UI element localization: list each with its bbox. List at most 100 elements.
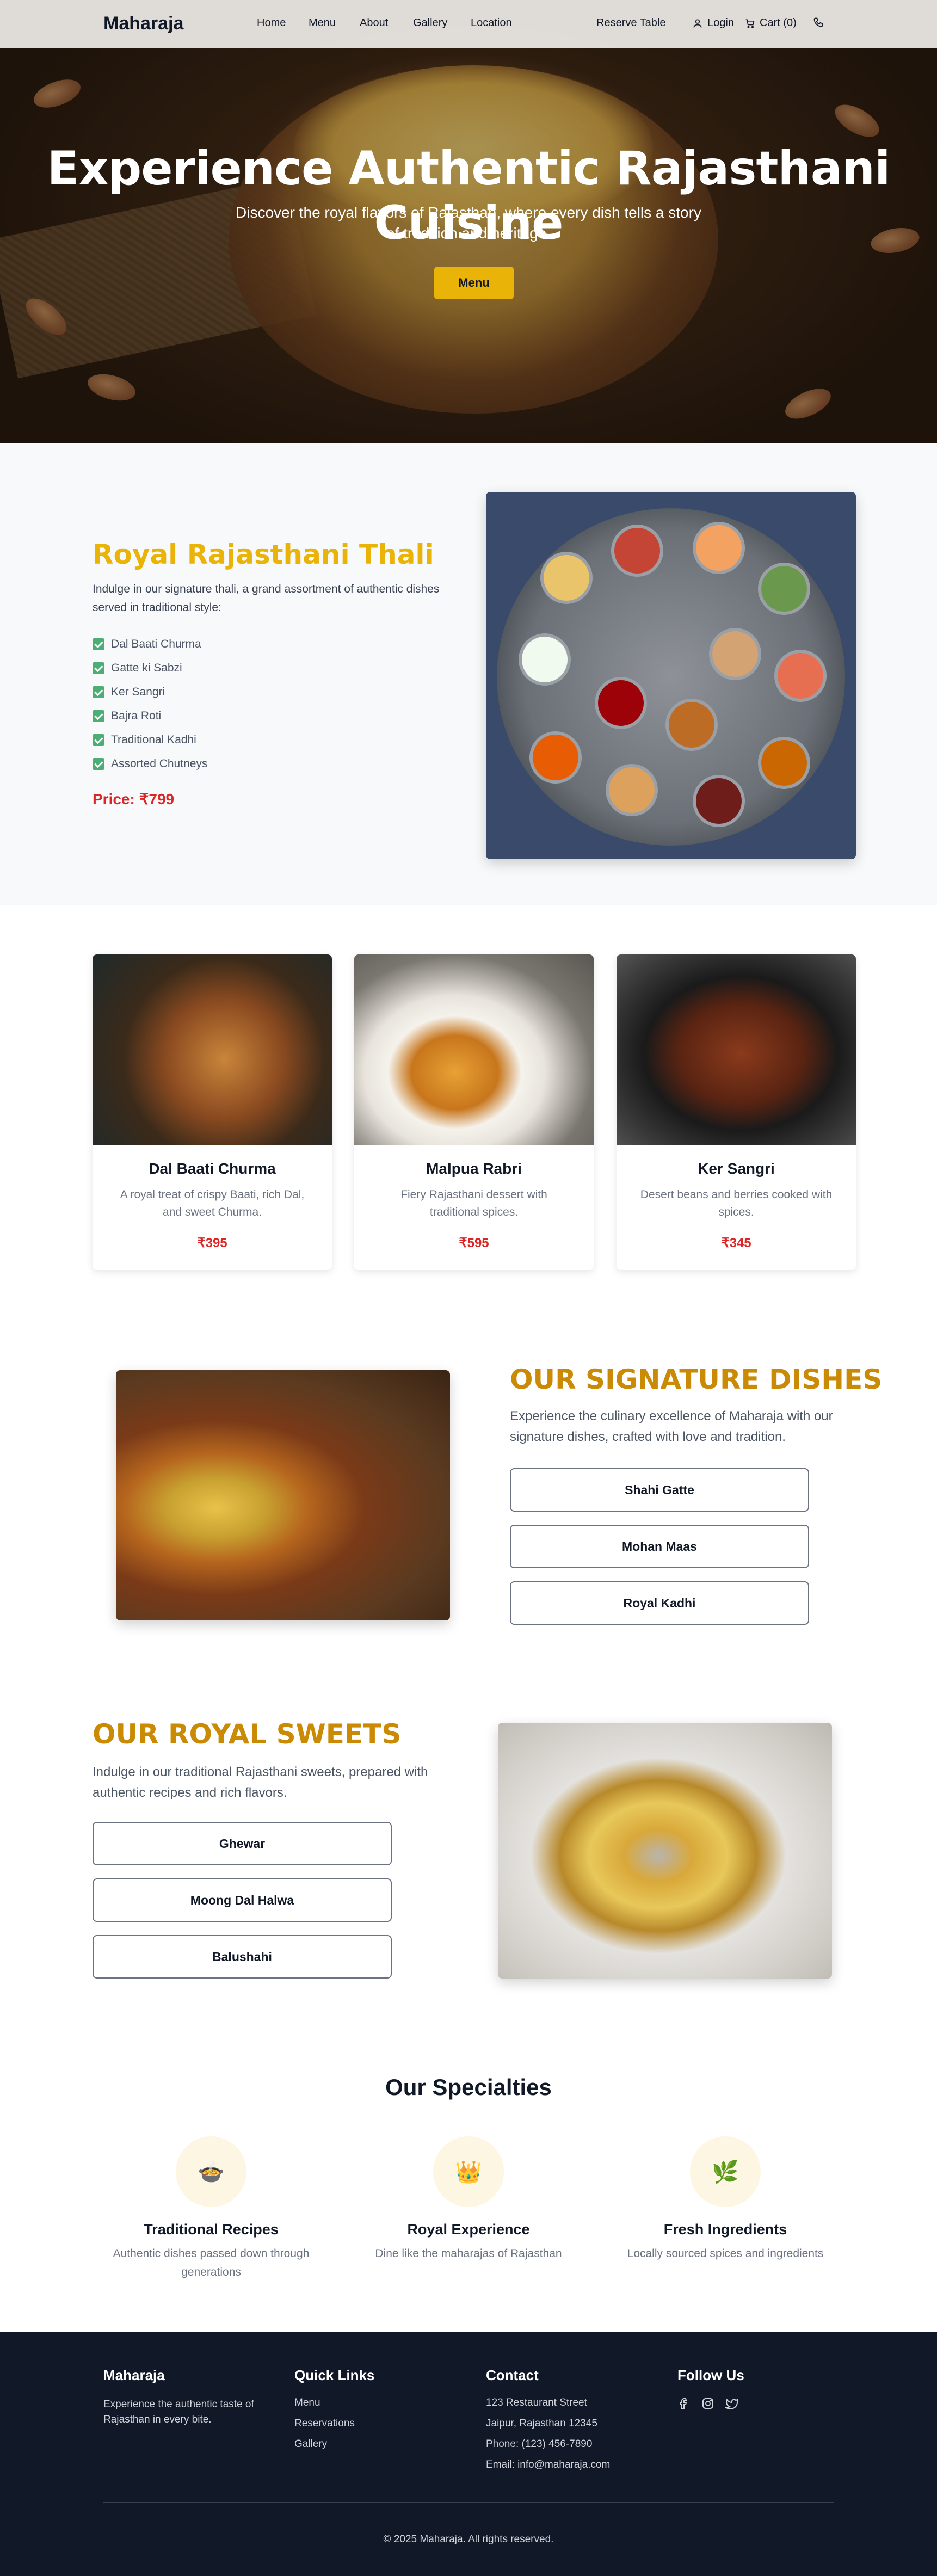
nav-link-location[interactable]: Location — [471, 17, 512, 29]
leaf-icon: 🌿 — [690, 2136, 761, 2207]
malpua-rabri-image — [354, 954, 594, 1145]
footer-copyright: © 2025 Maharaja. All rights reserved. — [383, 2534, 554, 2545]
crown-icon: 👑 — [433, 2136, 504, 2207]
bowl-shape — [595, 677, 647, 729]
checkmark-icon — [93, 686, 104, 698]
facebook-icon[interactable] — [677, 2397, 691, 2410]
thali-item: Dal Baati Churma — [93, 632, 207, 656]
signature-dishes-image — [116, 1370, 450, 1620]
footer-link-menu[interactable]: Menu — [294, 2397, 374, 2418]
sweets-image — [498, 1723, 832, 1979]
footer-quick-links-title: Quick Links — [294, 2367, 375, 2383]
specialty-description: Authentic dishes passed down through gen… — [113, 2247, 310, 2278]
reserve-table-link[interactable]: Reserve Table — [596, 17, 665, 29]
checkmark-icon — [93, 638, 104, 650]
login-link[interactable]: Login — [692, 17, 734, 29]
specialty-item: 🍲 Traditional Recipes Authentic dishes p… — [91, 2136, 331, 2282]
mohan-maas-button[interactable]: Mohan Maas — [510, 1525, 809, 1568]
sweets-description: Indulge in our traditional Rajasthani sw… — [93, 1765, 428, 1800]
signature-description: Experience the culinary excellence of Ma… — [510, 1409, 833, 1444]
footer-divider — [103, 2502, 834, 2503]
bowl-shape — [709, 628, 761, 680]
dish-name: Dal Baati Churma — [149, 1160, 276, 1177]
thali-item-list: Dal Baati Churma Gatte ki Sabzi Ker Sang… — [93, 632, 207, 776]
specialty-item: 🌿 Fresh Ingredients Locally sourced spic… — [606, 2136, 845, 2263]
footer-brand-column: Maharaja Experience the authentic taste … — [103, 2367, 267, 2427]
nav-link-home[interactable]: Home — [257, 17, 286, 29]
navbar: Maharaja Home Menu About Gallery Locatio… — [0, 0, 937, 48]
brand-logo[interactable]: Maharaja — [103, 13, 183, 34]
cart-link[interactable]: Cart (0) — [744, 17, 797, 29]
specialty-item: 👑 Royal Experience Dine like the maharaj… — [349, 2136, 588, 2263]
specialty-description: Locally sourced spices and ingredients — [627, 2247, 824, 2260]
bowl-shape — [693, 775, 745, 827]
thali-title: Royal Rajasthani Thali — [93, 539, 434, 570]
ghewar-button[interactable]: Ghewar — [93, 1822, 392, 1865]
thali-price: Price: ₹799 — [93, 791, 175, 808]
sweets-title: OUR ROYAL SWEETS — [93, 1718, 402, 1750]
nav-link-about[interactable]: About — [360, 17, 388, 29]
ker-sangri-image — [617, 954, 856, 1145]
reserve-table-label: Reserve Table — [596, 17, 666, 29]
shahi-gatte-button[interactable]: Shahi Gatte — [510, 1468, 809, 1512]
footer-brand: Maharaja — [103, 2367, 165, 2383]
signature-title: OUR SIGNATURE DISHES — [510, 1364, 883, 1395]
moong-dal-halwa-button[interactable]: Moong Dal Halwa — [93, 1878, 392, 1922]
dish-description: Fiery Rajasthani dessert with traditiona… — [400, 1188, 547, 1218]
bowl-shape — [606, 764, 658, 816]
bowl-shape — [529, 731, 582, 784]
footer-address-line: 123 Restaurant Street — [486, 2397, 587, 2408]
dish-name: Ker Sangri — [698, 1160, 775, 1177]
footer-quick-links-column: Quick Links Menu Reservations Gallery — [294, 2367, 374, 2459]
nav-link-menu[interactable]: Menu — [309, 17, 336, 29]
bowl-shape — [611, 525, 663, 577]
hero-subtitle: Discover the royal flavors of Rajasthan,… — [236, 204, 701, 242]
thali-item: Assorted Chutneys — [93, 752, 207, 776]
dish-card[interactable]: Ker Sangri Desert beans and berries cook… — [617, 954, 856, 1270]
footer-link-gallery[interactable]: Gallery — [294, 2438, 374, 2459]
thali-item-label: Assorted Chutneys — [111, 757, 208, 770]
bowl-shape — [519, 633, 571, 686]
thali-section: Royal Rajasthani Thali Indulge in our si… — [0, 443, 937, 905]
hero-menu-button[interactable]: Menu — [434, 267, 514, 299]
specialty-description: Dine like the maharajas of Rajasthan — [375, 2247, 562, 2260]
dal-baati-image — [93, 954, 332, 1145]
dish-price: ₹395 — [197, 1236, 227, 1250]
phone-link[interactable] — [813, 17, 824, 28]
bowl-shape — [758, 563, 810, 615]
twitter-icon[interactable] — [725, 2397, 738, 2410]
nav-link-gallery[interactable]: Gallery — [413, 17, 447, 29]
bowl-shape — [774, 650, 827, 702]
dish-name: Malpua Rabri — [426, 1160, 522, 1177]
dish-price: ₹345 — [721, 1236, 751, 1250]
thali-item-label: Gatte ki Sabzi — [111, 662, 182, 674]
dish-cards-section: Dal Baati Churma A royal treat of crispy… — [0, 905, 937, 1330]
footer-email: Email: info@maharaja.com — [486, 2459, 611, 2470]
footer-follow-column: Follow Us — [677, 2367, 744, 2410]
footer: Maharaja Experience the authentic taste … — [0, 2332, 937, 2576]
cart-icon — [745, 19, 755, 28]
checkmark-icon — [93, 710, 104, 722]
thali-description: Indulge in our signature thali, a grand … — [93, 583, 440, 614]
dish-description: Desert beans and berries cooked with spi… — [640, 1188, 833, 1218]
thali-item: Bajra Roti — [93, 704, 207, 728]
balushahi-button[interactable]: Balushahi — [93, 1935, 392, 1979]
footer-link-reservations[interactable]: Reservations — [294, 2418, 374, 2438]
instagram-icon[interactable] — [701, 2397, 714, 2410]
thali-item: Gatte ki Sabzi — [93, 656, 207, 680]
thali-item-label: Traditional Kadhi — [111, 734, 196, 746]
bowl-shape — [540, 552, 593, 604]
phone-icon — [813, 17, 823, 27]
checkmark-icon — [93, 662, 104, 674]
footer-contact-column: Contact 123 Restaurant Street Jaipur, Ra… — [486, 2367, 610, 2480]
footer-address-city: Jaipur, Rajasthan 12345 — [486, 2418, 597, 2429]
thali-image — [486, 492, 856, 859]
dish-card[interactable]: Malpua Rabri Fiery Rajasthani dessert wi… — [354, 954, 594, 1270]
footer-phone: Phone: (123) 456-7890 — [486, 2438, 593, 2450]
pot-icon: 🍲 — [176, 2136, 246, 2207]
thali-item: Traditional Kadhi — [93, 728, 207, 752]
thali-item-label: Ker Sangri — [111, 686, 165, 698]
dish-card[interactable]: Dal Baati Churma A royal treat of crispy… — [93, 954, 332, 1270]
royal-kadhi-button[interactable]: Royal Kadhi — [510, 1581, 809, 1625]
bowl-shape — [665, 699, 718, 751]
